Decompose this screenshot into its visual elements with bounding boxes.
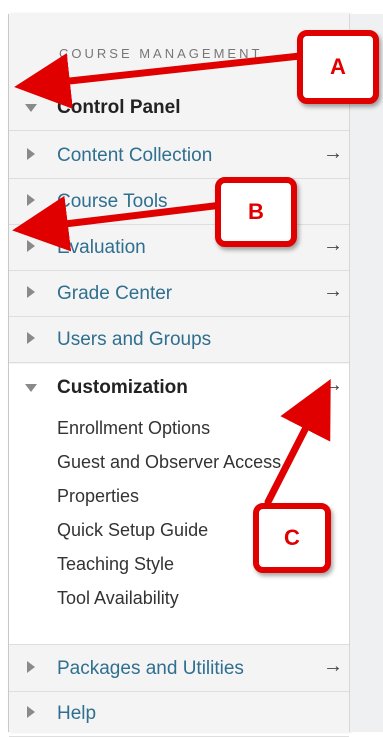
annotation-arrows (12, 52, 331, 506)
callout-b: B (215, 177, 297, 247)
callout-a-arrow (14, 52, 304, 109)
callout-c-arrow (264, 379, 331, 506)
callout-c: C (253, 503, 331, 573)
callout-a: A (297, 30, 379, 104)
callout-b-arrow (12, 195, 226, 252)
